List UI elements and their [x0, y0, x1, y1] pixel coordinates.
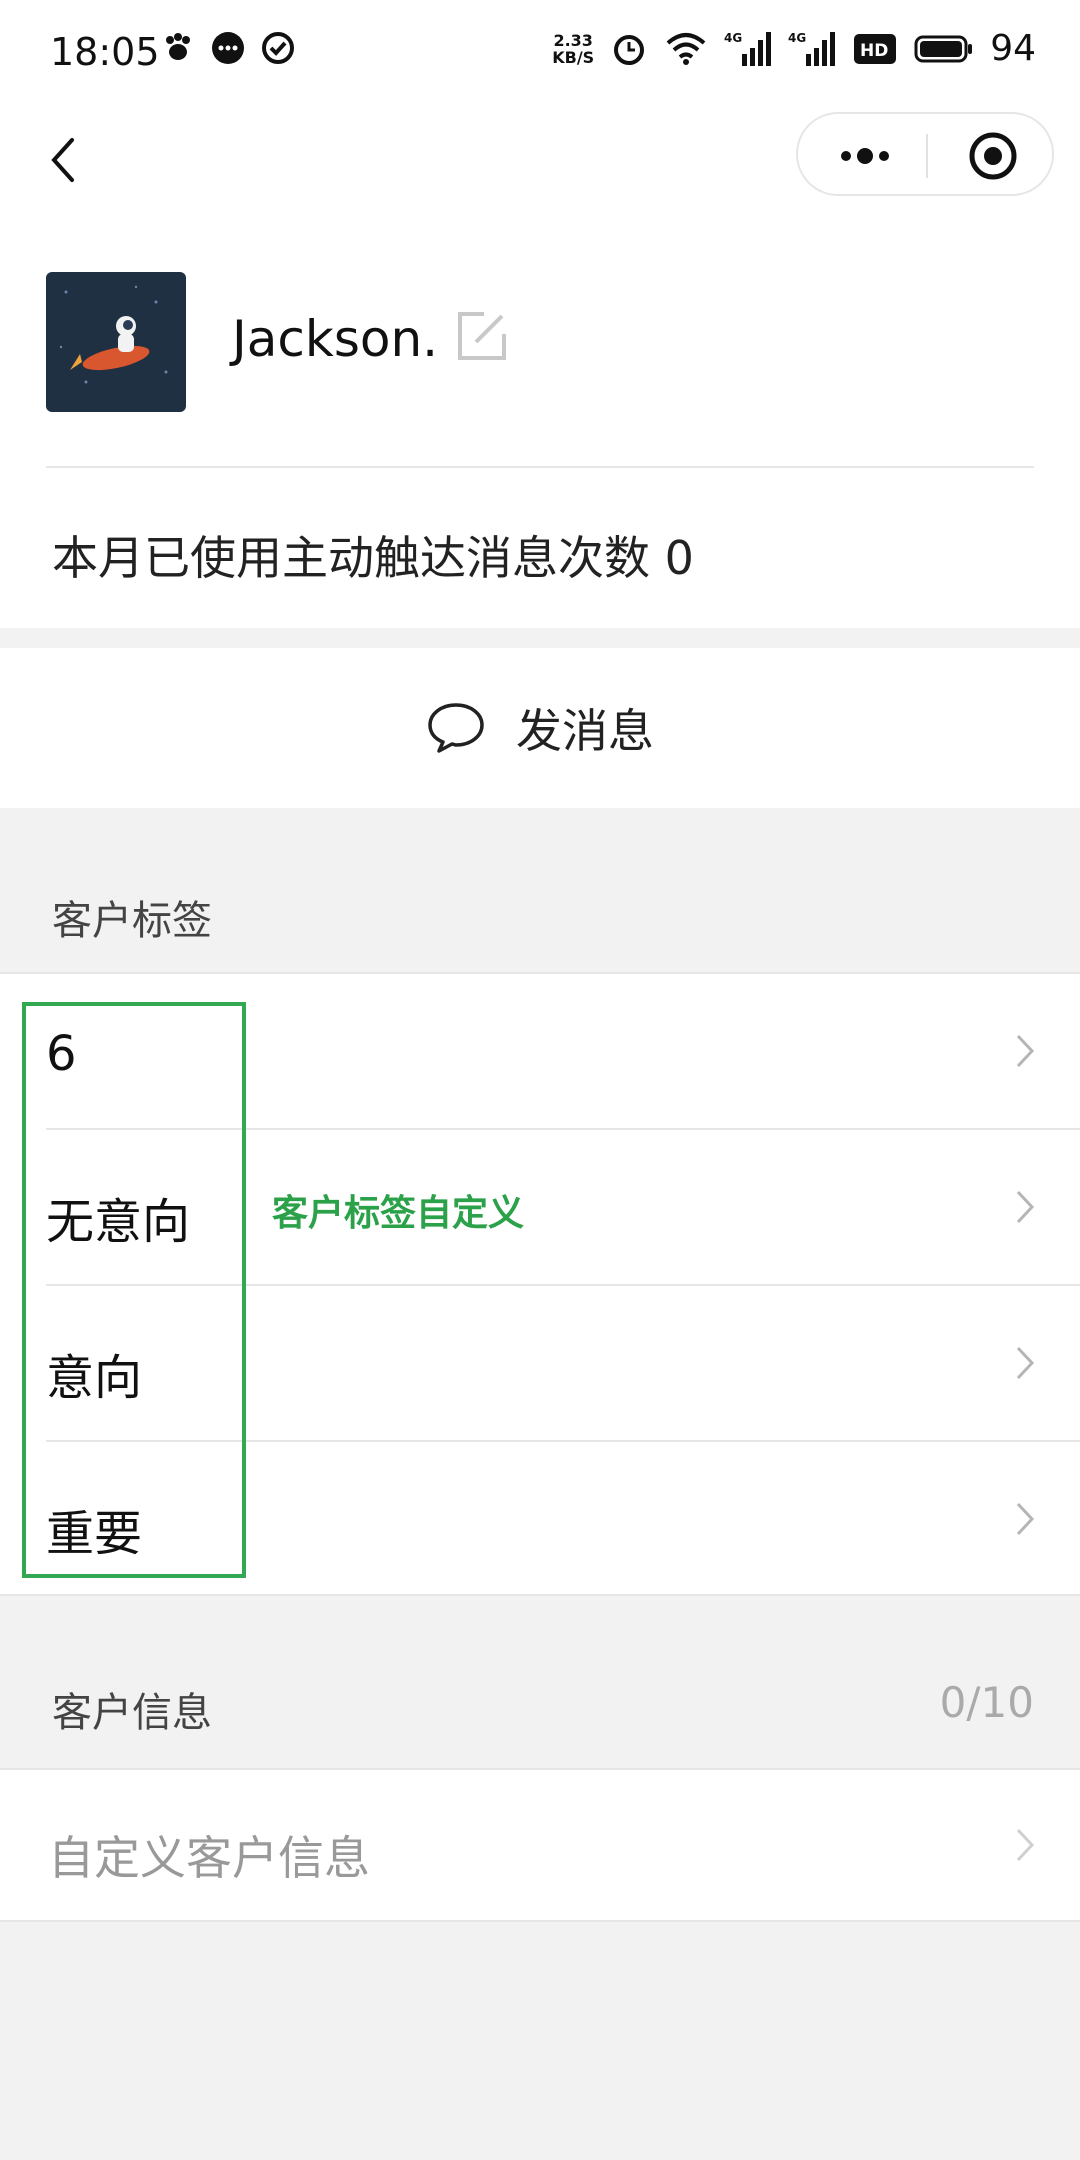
custom-info-placeholder: 自定义客户信息	[48, 1831, 370, 1885]
status-time: 18:05	[50, 30, 160, 74]
speech-bubble-icon	[428, 703, 484, 753]
chevron-left-icon	[51, 138, 74, 182]
divider	[46, 466, 1034, 468]
edit-icon	[458, 312, 506, 360]
battery-level: 94	[990, 28, 1036, 69]
profile-card: Jackson. 本月已使用主动触达消息次数 0	[0, 220, 1080, 628]
wifi-icon	[666, 32, 706, 65]
target-icon	[969, 132, 1017, 180]
alarm-icon	[614, 34, 645, 65]
tags-section-title: 客户标签	[52, 898, 212, 944]
svg-text:4G: 4G	[724, 31, 742, 45]
info-count: 0/10	[939, 1678, 1034, 1727]
nav-bar	[0, 110, 1080, 220]
chat-bubble-icon	[212, 32, 244, 64]
info-section-title: 客户信息	[52, 1690, 212, 1736]
chevron-right-icon	[1016, 1190, 1035, 1224]
edit-name-button[interactable]	[454, 308, 510, 364]
highlight-box	[22, 1002, 246, 1578]
chevron-right-icon	[1016, 1034, 1035, 1068]
svg-text:HD: HD	[860, 41, 888, 61]
more-button[interactable]	[826, 128, 904, 184]
astronaut-rocket-icon	[59, 285, 168, 384]
check-circle-icon	[262, 32, 294, 64]
annotation-text: 客户标签自定义	[272, 1193, 525, 1234]
chevron-right-icon	[1016, 1502, 1035, 1536]
info-section-header: 客户信息 0/10	[0, 1604, 1080, 1764]
battery-icon	[914, 35, 973, 62]
custom-info-row[interactable]: 自定义客户信息	[0, 1768, 1080, 1922]
send-message-label: 发消息	[516, 704, 654, 758]
signal-4g-icon: 4G	[724, 31, 772, 66]
capsule-divider	[926, 134, 928, 178]
chevron-right-icon	[1016, 1828, 1035, 1862]
status-bar: 18:05 2.33 KB/S 4G 4G HD 94	[0, 0, 1080, 110]
chevron-right-icon	[1016, 1346, 1035, 1380]
avatar	[46, 272, 186, 412]
hd-icon: HD	[854, 33, 897, 64]
message-usage-text: 本月已使用主动触达消息次数 0	[52, 531, 694, 585]
svg-text:4G: 4G	[788, 31, 806, 45]
close-button[interactable]	[958, 128, 1028, 184]
tags-section-header: 客户标签	[0, 808, 1080, 968]
customer-name: Jackson.	[232, 310, 439, 368]
paw-icon	[166, 33, 190, 60]
back-button[interactable]	[38, 130, 98, 190]
more-dots-icon	[841, 148, 889, 164]
send-message-button[interactable]: 发消息	[0, 648, 1080, 808]
network-speed: 2.33 KB/S	[552, 30, 595, 67]
signal-4g-icon: 4G	[788, 31, 836, 66]
capsule-menu	[796, 112, 1054, 196]
